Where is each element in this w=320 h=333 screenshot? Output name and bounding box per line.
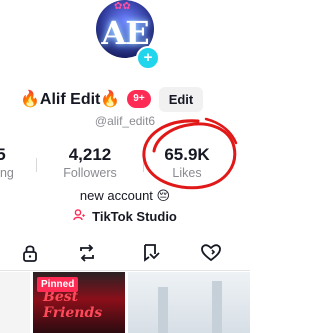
lock-icon (23, 245, 37, 262)
followers-count[interactable]: 4,212 (55, 145, 125, 165)
video-thumbnail[interactable] (128, 272, 250, 333)
tiktok-studio-label: TikTok Studio (92, 209, 177, 224)
pinned-video-title: Best Friends (43, 289, 103, 321)
tab-reposts[interactable] (76, 242, 100, 264)
profile-tabs (0, 236, 250, 270)
followers-label: Followers (63, 166, 117, 180)
plus-icon: + (143, 49, 153, 66)
following-label: wing (0, 166, 14, 180)
profile-name-row: 🔥Alif Edit🔥 9+ Edit (20, 86, 204, 112)
tabs-divider (0, 270, 250, 271)
liked-heart-icon (201, 244, 221, 262)
profile-bio: new account 😔 (79, 188, 171, 203)
tab-favorites[interactable] (140, 242, 164, 264)
studio-person-icon (73, 209, 87, 224)
red-circle-annotation (142, 117, 238, 190)
pinned-badge: Pinned (37, 277, 79, 292)
tiktok-studio-link[interactable]: TikTok Studio (0, 209, 250, 224)
add-avatar-button[interactable]: + (136, 46, 160, 70)
notification-badge[interactable]: 9+ (127, 90, 151, 108)
video-thumbnail[interactable] (0, 272, 30, 333)
following-count[interactable]: 5 (0, 145, 16, 165)
profile-name: 🔥Alif Edit🔥 (20, 91, 121, 108)
edit-profile-button[interactable]: Edit (158, 86, 204, 112)
thumbnail-pillar (212, 281, 222, 333)
tab-liked[interactable] (200, 242, 224, 264)
thumbnail-pillar (158, 287, 168, 333)
stats-divider (36, 158, 37, 172)
repost-icon (80, 244, 94, 262)
tab-private[interactable] (19, 242, 43, 264)
bow-decoration-icon: ✿✿ (114, 1, 131, 12)
bookmark-hand-icon (144, 244, 160, 262)
